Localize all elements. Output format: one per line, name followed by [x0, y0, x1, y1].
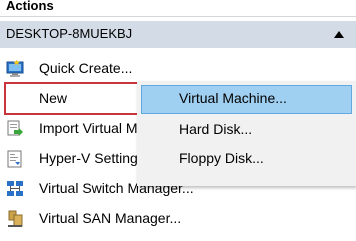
- submenu-virtual-machine[interactable]: Virtual Machine...: [141, 85, 352, 114]
- collapse-up-icon[interactable]: [334, 31, 344, 38]
- host-name: DESKTOP-8MUEKBJ: [6, 26, 133, 41]
- quick-create-icon: [6, 59, 24, 78]
- actions-title: Actions: [6, 0, 54, 13]
- floppy-disk-label: Floppy Disk...: [179, 150, 264, 166]
- settings-icon: [6, 150, 24, 168]
- action-quick-create[interactable]: Quick Create...: [0, 56, 356, 82]
- submenu-hard-disk[interactable]: Hard Disk...: [141, 116, 352, 145]
- submenu-floppy-disk[interactable]: Floppy Disk...: [141, 145, 352, 174]
- action-virtual-san-manager[interactable]: Virtual SAN Manager...: [0, 206, 356, 232]
- virtual-machine-label: Virtual Machine...: [179, 90, 287, 106]
- actions-header: Actions: [0, 0, 356, 17]
- hard-disk-label: Hard Disk...: [179, 121, 253, 137]
- host-section-header[interactable]: DESKTOP-8MUEKBJ: [0, 21, 356, 48]
- import-vm-icon: [6, 120, 24, 138]
- switch-manager-icon: [6, 180, 24, 198]
- new-submenu: Virtual Machine... Hard Disk... Floppy D…: [137, 81, 356, 186]
- quick-create-label: Quick Create...: [39, 60, 133, 76]
- virtual-san-manager-label: Virtual SAN Manager...: [39, 210, 182, 226]
- san-manager-icon: [6, 210, 24, 228]
